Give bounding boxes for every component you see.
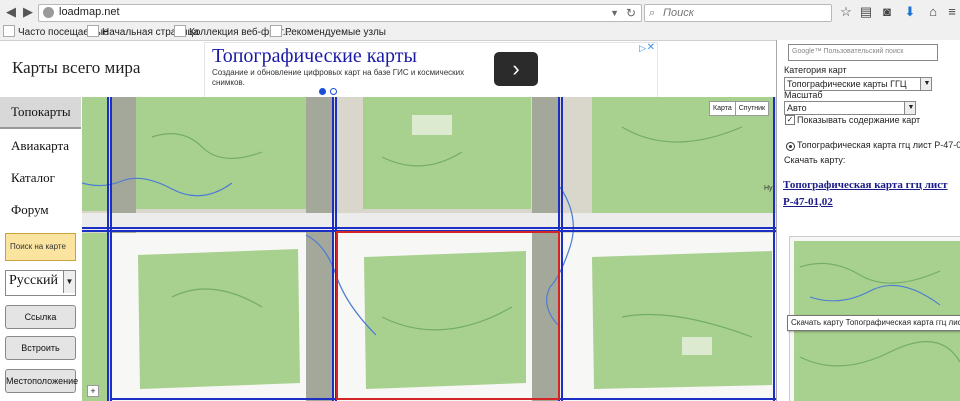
nav-item-forum[interactable]: Форум [0,195,81,225]
bookmark-icon [3,25,15,37]
download-map-link[interactable]: Топографическая карта ггц лист P-47-01,0… [783,177,959,211]
navigation-bar: ◀ ▶ loadmap.net ▼ ↻ ⌕ ☆ ▤ ◙ ⬇ ⌂ ≡ [0,0,960,24]
left-navigation: Топокарты Авиакарта Каталог Форум Поиск … [0,97,81,401]
url-text[interactable]: loadmap.net [59,6,120,18]
ad-description: Создание и обновление цифровых карт на б… [212,68,465,87]
language-select[interactable]: Русский ▼ [5,270,76,296]
search-engine-icon[interactable]: ⌕ [649,5,655,21]
map-type-control: Карта Спутник [709,101,770,116]
location-button[interactable]: Местоположение [5,369,78,393]
google-custom-search[interactable]: Google™ Пользовательский поиск [788,44,938,61]
map-sheet[interactable] [136,97,306,209]
ad-info-icon[interactable]: ▷ [639,43,646,54]
link-button[interactable]: Ссылка [5,305,76,329]
browser-chrome: ◀ ▶ loadmap.net ▼ ↻ ⌕ ☆ ▤ ◙ ⬇ ⌂ ≡ Часто … [0,0,960,41]
map-type-satellite-button[interactable]: Спутник [734,102,768,115]
map-place-label: Ну [764,185,773,192]
embed-button[interactable]: Встроить [5,336,76,360]
bookmark-suggested-sites[interactable]: Рекомендуемые узлы [270,25,386,39]
browser-search-input[interactable] [663,6,823,19]
ad-next-arrow-icon[interactable]: › [494,52,538,86]
library-icon[interactable]: ▤ [858,4,874,20]
url-dropdown-icon[interactable]: ▼ [610,5,619,21]
map-sheet[interactable] [82,97,108,211]
category-select[interactable]: Топографические карты ГГЦ ▼ [784,77,932,91]
reload-icon[interactable]: ↻ [626,5,636,21]
download-icon[interactable]: ⬇ [902,4,918,20]
bookmark-icon [174,25,186,37]
map-canvas[interactable] [82,97,776,401]
download-tooltip: Скачать карту Топографическая карта ггц … [787,315,960,331]
map-sheet[interactable] [363,97,531,209]
map-sheet[interactable] [592,251,772,389]
ad-title[interactable]: Топографические карты [212,45,417,68]
map-view[interactable]: Карта Спутник Ну + [82,97,776,401]
forward-icon[interactable]: ▶ [19,3,37,21]
bookmark-star-icon[interactable]: ☆ [838,4,854,20]
sheet-radio[interactable] [786,142,795,151]
pocket-icon[interactable]: ◙ [879,4,895,20]
language-value: Русский [9,273,58,288]
download-label: Скачать карту: [784,155,846,165]
ad-slide-dot[interactable] [330,88,337,95]
site-globe-icon [43,7,54,18]
bookmark-icon [87,25,99,37]
category-label: Категория карт [784,65,847,75]
browser-search-box[interactable]: ⌕ [644,4,832,22]
nav-item-topomaps[interactable]: Топокарты [0,97,81,129]
scale-value: Авто [787,103,807,113]
google-search-placeholder: Google™ Пользовательский поиск [792,48,904,55]
find-on-map-button[interactable]: Поиск на карте [5,233,76,261]
dropdown-arrow-icon[interactable]: ▼ [904,102,915,114]
map-sheet[interactable] [138,249,300,389]
ad-close-icon[interactable]: ✕ [647,42,655,53]
map-type-map-button[interactable]: Карта [710,102,735,115]
dropdown-arrow-icon[interactable]: ▼ [63,271,75,293]
nav-item-aviamap[interactable]: Авиакарта [0,131,81,161]
sheet-radio-label[interactable]: Топографическая карта ггц лист P-47-01,0… [797,140,960,150]
ad-slide-dot-active[interactable] [319,88,326,95]
category-value: Топографические карты ГГЦ [787,79,907,89]
ad-banner[interactable]: Топографические карты Создание и обновле… [204,42,658,100]
bookmark-icon [270,25,282,37]
scale-label: Масштаб [784,90,823,100]
show-contents-checkbox[interactable]: ✓ [785,115,795,125]
zoom-in-button[interactable]: + [87,385,99,397]
scale-select[interactable]: Авто ▼ [784,101,916,115]
nav-item-catalog[interactable]: Каталог [0,163,81,193]
back-icon[interactable]: ◀ [2,3,20,21]
show-contents-label[interactable]: Показывать содержание карт [797,115,920,125]
home-icon[interactable]: ⌂ [925,4,941,20]
right-panel: Google™ Пользовательский поиск Категория… [776,40,960,401]
site-title[interactable]: Карты всего мира [12,58,140,78]
dropdown-arrow-icon[interactable]: ▼ [920,78,931,90]
address-bar[interactable]: loadmap.net ▼ ↻ [38,4,642,22]
menu-icon[interactable]: ≡ [944,4,960,20]
bookmarks-bar: Часто посещаемые Начальная страница Колл… [0,24,960,40]
